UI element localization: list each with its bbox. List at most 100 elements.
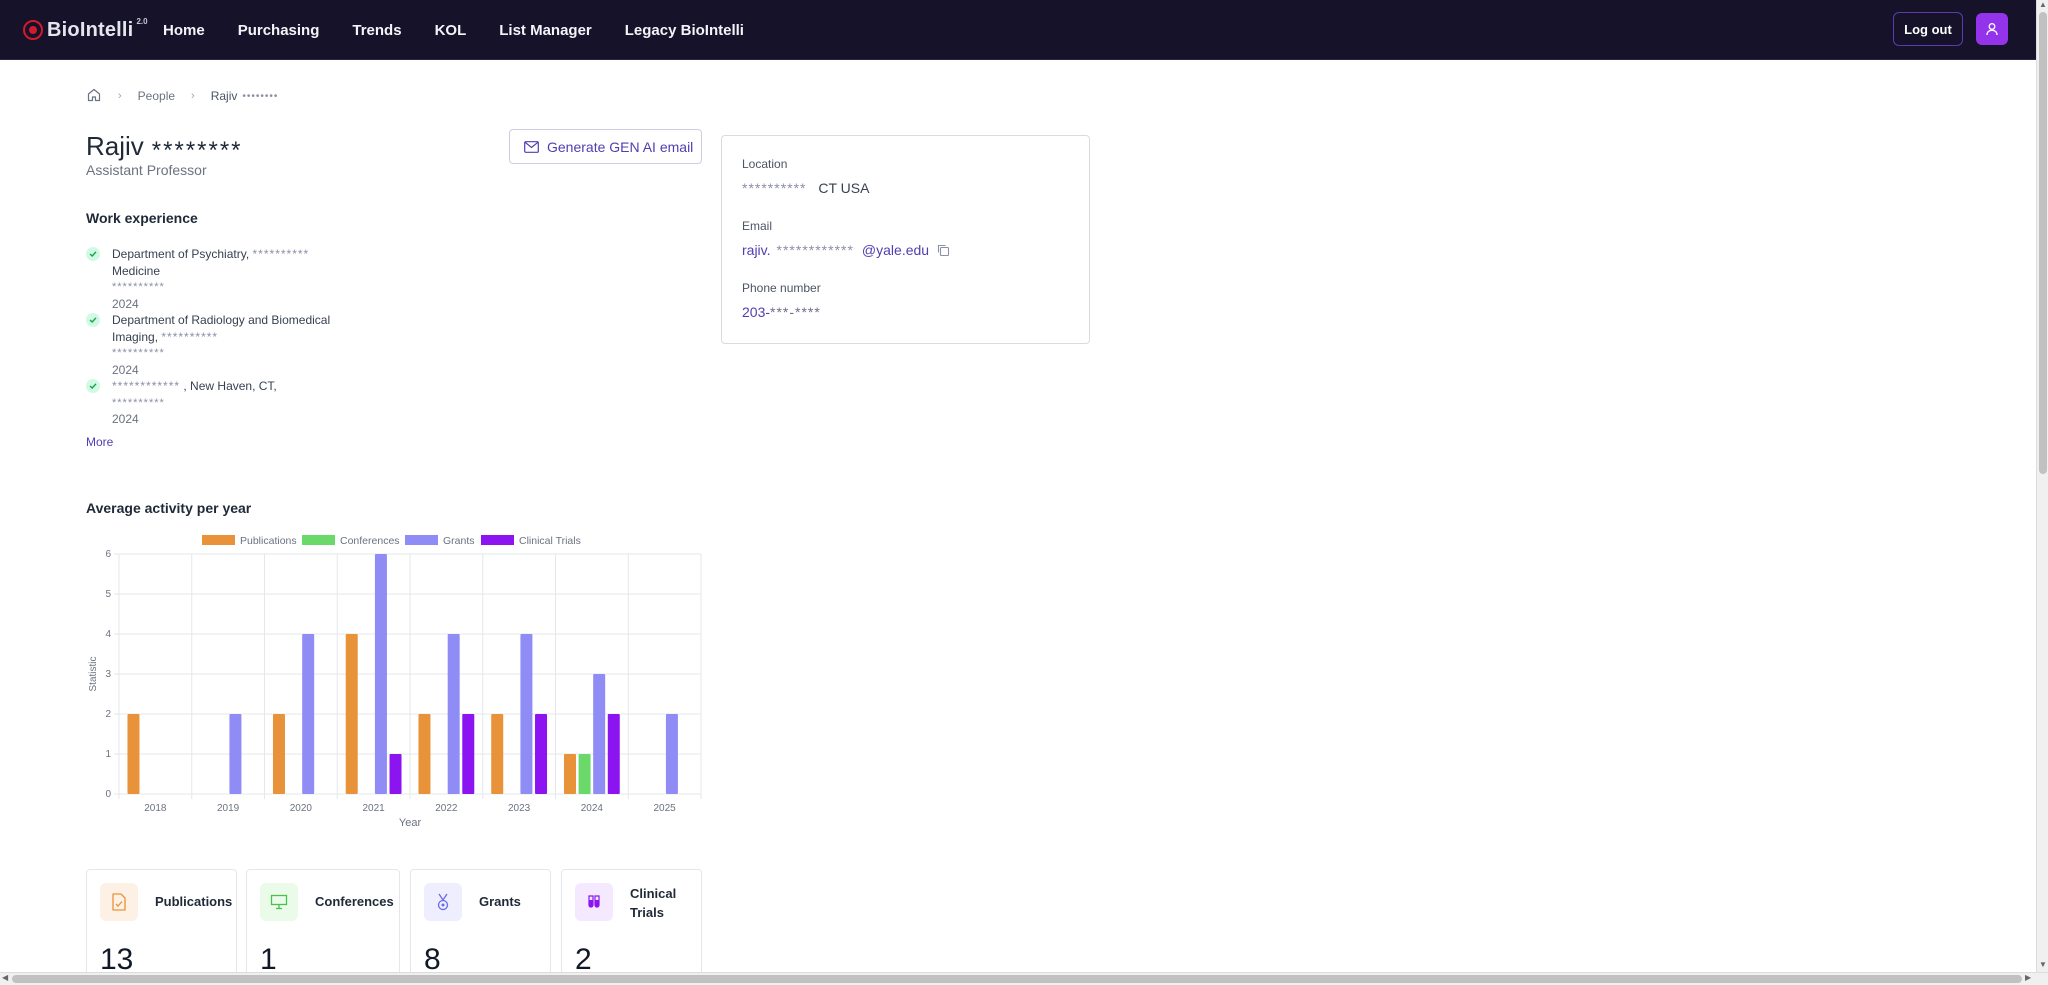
y-tick-label: 1 <box>105 749 111 760</box>
x-tick-label: 2024 <box>581 803 604 814</box>
logo[interactable]: BioIntelli 2.0 <box>22 16 148 44</box>
nav-purchasing[interactable]: Purchasing <box>238 22 320 39</box>
vertical-scroll-thumb[interactable] <box>2039 12 2047 474</box>
email-prefix: rajiv. <box>742 242 771 258</box>
work-org-line2: Imaging, <box>112 329 159 344</box>
breadcrumb-current-masked: •••••••• <box>242 90 279 102</box>
bar-grants <box>593 674 606 794</box>
bar-publications <box>563 754 576 794</box>
bar-publications <box>491 714 504 794</box>
work-year: 2024 <box>112 296 139 311</box>
bar-conferences <box>578 754 591 794</box>
y-tick-label: 2 <box>105 709 111 720</box>
nav-home[interactable]: Home <box>163 22 205 39</box>
scroll-left-icon[interactable]: ◀ <box>2 973 8 982</box>
work-item: ************ , New Haven, CT, **********… <box>86 378 366 428</box>
person-first-name: Rajiv <box>86 131 144 161</box>
horizontal-scroll-thumb[interactable] <box>12 975 2022 983</box>
bar-publications <box>272 714 285 794</box>
mail-icon <box>524 140 539 153</box>
legend-swatch-grants <box>405 535 438 545</box>
bar-grants <box>520 634 533 794</box>
copy-icon[interactable] <box>936 243 950 257</box>
phone-label: Phone number <box>742 281 821 295</box>
x-tick-label: 2018 <box>144 803 167 814</box>
bar-publications <box>127 714 140 794</box>
stat-label: Conferences <box>315 894 394 909</box>
person-name: Rajiv ******** <box>86 131 243 164</box>
email-value[interactable]: rajiv. ************ @yale.edu <box>742 242 950 258</box>
bar-grants <box>447 634 460 794</box>
bar-clinical-trials <box>389 754 402 794</box>
scroll-up-icon[interactable]: ▲ <box>2039 0 2047 9</box>
phone-value[interactable]: 203-***-**** <box>742 304 821 320</box>
legend-swatch-conferences <box>302 535 335 545</box>
logo-version: 2.0 <box>136 16 148 26</box>
work-sub-masked: ********** <box>112 396 165 409</box>
generate-genai-email-button[interactable]: Generate GEN AI email <box>509 129 702 164</box>
generate-genai-email-label: Generate GEN AI email <box>547 138 694 155</box>
phone-prefix: 203- <box>742 304 771 320</box>
work-item: Department of Psychiatry, ********** Med… <box>86 246 366 312</box>
bar-grants <box>665 714 678 794</box>
work-sub-masked: ********** <box>112 347 165 359</box>
breadcrumb: › People › Rajiv •••••••• <box>86 86 278 106</box>
scroll-down-icon[interactable]: ▼ <box>2039 960 2047 969</box>
breadcrumb-people[interactable]: People <box>138 89 175 103</box>
y-tick-label: 5 <box>105 589 111 600</box>
email-domain: @yale.edu <box>861 242 930 258</box>
x-tick-label: 2022 <box>435 803 458 814</box>
activity-heading: Average activity per year <box>86 500 252 516</box>
legend-label: Publications <box>240 535 297 547</box>
medal-icon <box>424 883 462 921</box>
horizontal-scrollbar[interactable]: ◀ ▶ <box>0 972 2048 985</box>
location-value: ********** CT USA <box>742 180 869 196</box>
stat-label-line: Trials <box>630 905 664 920</box>
scroll-right-icon[interactable]: ▶ <box>2025 973 2031 982</box>
bar-clinical-trials <box>462 714 475 794</box>
person-title: Assistant Professor <box>86 162 207 178</box>
stat-label-line: Clinical <box>630 886 677 901</box>
work-sub-masked: ********** <box>112 281 165 293</box>
stat-label: Clinical Trials <box>630 884 676 922</box>
more-link[interactable]: More <box>86 435 113 449</box>
work-year: 2024 <box>112 412 139 426</box>
nav-links: Home Purchasing Trends KOL List Manager … <box>163 0 777 60</box>
vertical-scrollbar[interactable]: ▲ ▼ <box>2036 0 2048 972</box>
x-axis-title: Year <box>399 817 422 829</box>
logout-button[interactable]: Log out <box>1893 12 1963 46</box>
x-tick-label: 2023 <box>508 803 531 814</box>
activity-chart-svg: 0 1 2 3 4 5 6 2018 2019 2020 2021 2022 2023 2024 2025 Y… <box>88 535 702 829</box>
location-masked: ********** <box>742 180 807 196</box>
activity-chart: 0 1 2 3 4 5 6 2018 2019 2020 2021 2022 2023 2024 2025 Y… <box>86 528 706 838</box>
home-icon[interactable] <box>86 87 102 106</box>
legend-label: Conferences <box>340 535 400 547</box>
legend-label: Clinical Trials <box>519 535 581 547</box>
user-profile-button[interactable] <box>1976 13 2008 45</box>
contact-card: Location ********** CT USA Email rajiv. … <box>721 135 1090 344</box>
test-tubes-icon <box>575 883 613 921</box>
x-tick-label: 2020 <box>290 803 313 814</box>
stat-card-publications[interactable]: Publications 13 <box>86 869 237 984</box>
work-org-masked: ************ <box>112 379 181 393</box>
y-tick-label: 0 <box>105 789 111 800</box>
stat-card-grants[interactable]: Grants 8 <box>410 869 551 984</box>
nav-legacy-biointelli[interactable]: Legacy BioIntelli <box>625 22 744 39</box>
work-org-masked: ********** <box>252 247 310 261</box>
work-year: 2024 <box>112 362 139 377</box>
work-experience-heading: Work experience <box>86 210 198 226</box>
bar-clinical-trials <box>607 714 620 794</box>
phone-masked: ***-**** <box>770 304 821 320</box>
legend-swatch-clinical-trials <box>481 535 514 545</box>
y-axis-title: Statistic <box>88 656 99 691</box>
nav-kol[interactable]: KOL <box>435 22 467 39</box>
work-org-line2: Medicine <box>112 263 161 278</box>
stat-card-clinical-trials[interactable]: Clinical Trials 2 <box>561 869 702 984</box>
document-icon <box>100 883 138 921</box>
bar-grants <box>374 554 387 794</box>
stat-card-conferences[interactable]: Conferences 1 <box>246 869 400 984</box>
nav-trends[interactable]: Trends <box>352 22 401 39</box>
nav-list-manager[interactable]: List Manager <box>499 22 592 39</box>
x-tick-label: 2021 <box>363 803 386 814</box>
work-org: Department of Psychiatry, <box>112 247 250 261</box>
